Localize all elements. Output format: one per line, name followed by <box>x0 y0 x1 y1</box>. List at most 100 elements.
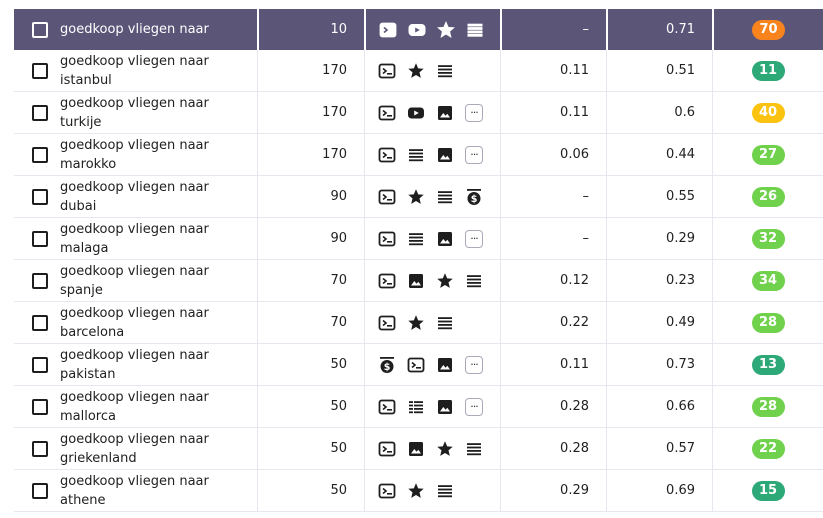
sitelinks-icon[interactable] <box>378 188 396 206</box>
list-icon[interactable] <box>436 188 454 206</box>
row-checkbox[interactable] <box>32 62 48 79</box>
competition-cell: 0.44 <box>606 134 712 175</box>
competition-cell: 0.66 <box>606 386 712 427</box>
image-icon[interactable] <box>436 104 454 122</box>
ad-icon[interactable]: $ <box>465 188 483 206</box>
image-icon[interactable] <box>436 356 454 374</box>
video-icon[interactable] <box>408 21 426 39</box>
more-icon[interactable]: ··· <box>465 229 483 248</box>
volume-cell: 50 <box>257 428 364 469</box>
row-checkbox[interactable] <box>32 230 48 247</box>
table-row[interactable]: goedkoop vliegen naar mallorca 50 ··· 0.28 0… <box>14 386 823 428</box>
sitelinks-icon[interactable] <box>378 272 396 290</box>
list-icon[interactable] <box>407 146 425 164</box>
row-checkbox[interactable] <box>32 146 48 163</box>
row-checkbox[interactable] <box>32 272 48 289</box>
cpc-cell: 0.11 <box>500 50 606 91</box>
table-row[interactable]: goedkoop vliegen naar griekenland 50 0.28 0… <box>14 428 823 470</box>
star-icon[interactable] <box>407 314 425 332</box>
keyword-text[interactable]: goedkoop vliegen naar marokko <box>60 136 209 174</box>
competition-cell: 0.6 <box>606 92 712 133</box>
row-checkbox[interactable] <box>32 398 48 415</box>
video-icon[interactable] <box>407 104 425 122</box>
keyword-text[interactable]: goedkoop vliegen naar turkije <box>60 94 209 132</box>
keyword-text[interactable]: goedkoop vliegen naar istanbul <box>60 52 209 90</box>
table-row[interactable]: goedkoop vliegen naar athene 50 0.29 0.69 15 <box>14 470 823 512</box>
table-row[interactable]: goedkoop vliegen naar spanje 70 0.12 0.23 34 <box>14 260 823 302</box>
list-icon[interactable] <box>466 21 484 39</box>
row-checkbox[interactable] <box>32 188 48 205</box>
list-icon[interactable] <box>436 314 454 332</box>
list-icon[interactable] <box>436 62 454 80</box>
list-icon[interactable] <box>465 272 483 290</box>
serp-features-cell <box>364 50 500 91</box>
more-icon[interactable]: ··· <box>465 397 483 416</box>
image-icon[interactable] <box>407 272 425 290</box>
image-icon[interactable] <box>436 146 454 164</box>
competition-cell: 0.49 <box>606 302 712 343</box>
table-row[interactable]: goedkoop vliegen naar turkije 170 ··· 0.11 0… <box>14 92 823 134</box>
row-checkbox[interactable] <box>32 104 48 121</box>
row-checkbox[interactable] <box>32 314 48 331</box>
image-icon[interactable] <box>436 230 454 248</box>
row-checkbox[interactable] <box>32 21 48 38</box>
keyword-cell: goedkoop vliegen naar istanbul <box>14 50 257 91</box>
keyword-text[interactable]: goedkoop vliegen naar mallorca <box>60 388 209 426</box>
more-icon[interactable]: ··· <box>465 355 483 374</box>
keyword-text[interactable]: goedkoop vliegen naar pakistan <box>60 346 209 384</box>
sitelinks-icon[interactable] <box>378 440 396 458</box>
kd-cell: 26 <box>712 176 823 217</box>
serp-features-cell: ··· <box>364 218 500 259</box>
serp-features-cell <box>364 470 500 511</box>
volume-cell: 170 <box>257 92 364 133</box>
star-icon[interactable] <box>436 272 454 290</box>
row-checkbox[interactable] <box>32 440 48 457</box>
keyword-text[interactable]: goedkoop vliegen naar athene <box>60 472 209 510</box>
keyword-text[interactable]: goedkoop vliegen naar malaga <box>60 220 209 258</box>
keyword-text[interactable]: goedkoop vliegen naar barcelona <box>60 304 209 342</box>
kd-badge: 34 <box>751 270 785 291</box>
highlighted-row[interactable]: goedkoop vliegen naar 10 –0.71 70 <box>14 9 823 50</box>
table-row[interactable]: goedkoop vliegen naar barcelona 70 0.22 0.4… <box>14 302 823 344</box>
sitelinks-icon[interactable] <box>378 398 396 416</box>
sitelinks-icon[interactable] <box>378 104 396 122</box>
keyword-text[interactable]: goedkoop vliegen naar griekenland <box>60 430 209 468</box>
sitelinks-icon[interactable] <box>378 62 396 80</box>
image-icon[interactable] <box>407 440 425 458</box>
sitelinks-icon[interactable] <box>407 356 425 374</box>
table-icon[interactable] <box>407 398 425 416</box>
table-row[interactable]: goedkoop vliegen naar pakistan 50 $ ··· 0.11… <box>14 344 823 386</box>
star-icon[interactable] <box>407 482 425 500</box>
more-icon[interactable]: ··· <box>465 145 483 164</box>
more-icon[interactable]: ··· <box>465 103 483 122</box>
sitelinks-icon[interactable] <box>378 146 396 164</box>
keyword-cell: goedkoop vliegen naar dubai <box>14 176 257 217</box>
table-row[interactable]: goedkoop vliegen naar dubai 90 $ –0.55 26 <box>14 176 823 218</box>
star-icon[interactable] <box>407 62 425 80</box>
keyword-text[interactable]: goedkoop vliegen naar spanje <box>60 262 209 300</box>
star-icon[interactable] <box>436 440 454 458</box>
list-icon[interactable] <box>465 440 483 458</box>
sitelinks-icon[interactable] <box>378 314 396 332</box>
list-icon[interactable] <box>407 230 425 248</box>
sitelinks-icon[interactable] <box>378 230 396 248</box>
volume-cell: 90 <box>257 218 364 259</box>
keyword-cell: goedkoop vliegen naar <box>14 9 257 50</box>
sitelinks-icon[interactable] <box>378 482 396 500</box>
keyword-text[interactable]: goedkoop vliegen naar <box>60 20 209 39</box>
row-checkbox[interactable] <box>32 356 48 373</box>
keyword-text[interactable]: goedkoop vliegen naar dubai <box>60 178 209 216</box>
table-row[interactable]: goedkoop vliegen naar malaga 90 ··· –0.29 32 <box>14 218 823 260</box>
list-icon[interactable] <box>436 482 454 500</box>
keyword-cell: goedkoop vliegen naar mallorca <box>14 386 257 427</box>
row-checkbox[interactable] <box>32 482 48 499</box>
table-row[interactable]: goedkoop vliegen naar marokko 170 ··· 0.06 0… <box>14 134 823 176</box>
star-icon[interactable] <box>407 188 425 206</box>
star-icon[interactable] <box>437 20 455 39</box>
kd-badge: 15 <box>751 480 785 501</box>
sitelinks-icon[interactable] <box>379 21 397 39</box>
image-icon[interactable] <box>436 398 454 416</box>
table-row[interactable]: goedkoop vliegen naar istanbul 170 0.11 0.5… <box>14 50 823 92</box>
ad-icon[interactable]: $ <box>378 356 396 374</box>
keyword-cell: goedkoop vliegen naar spanje <box>14 260 257 301</box>
